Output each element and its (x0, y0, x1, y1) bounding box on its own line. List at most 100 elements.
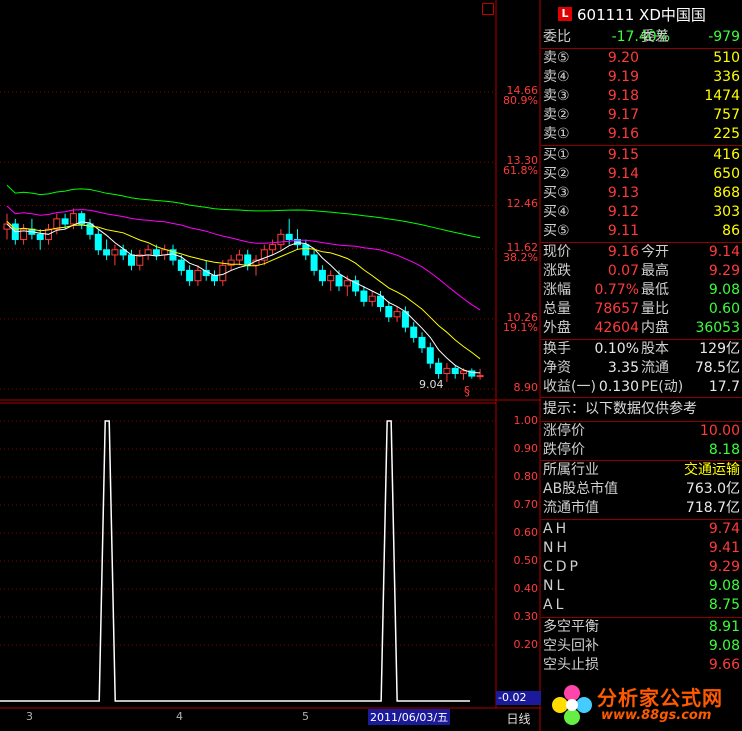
indicator-label: NH (543, 540, 570, 556)
buy-level-label: 买④ (543, 204, 570, 220)
candle-body (451, 367, 459, 375)
indicator-value: 9.29 (708, 559, 740, 575)
ma60-line (6, 184, 481, 239)
site-logo: 分析家公式网 www.88gs.com (541, 680, 742, 731)
sell-level-label: 卖⑤ (543, 50, 570, 66)
candle-body (285, 233, 293, 240)
limit-label: 跌停价 (543, 442, 585, 458)
sell-level-label: 卖② (543, 107, 570, 123)
candle-body (177, 259, 185, 271)
indicator-value: 9.74 (708, 521, 740, 537)
buy-level-label: 买③ (543, 185, 570, 201)
candle-body (318, 269, 326, 282)
buy-price: 9.15 (607, 147, 639, 163)
indicator-label: CDP (543, 559, 581, 575)
candle-body (460, 370, 467, 375)
ma10-line (6, 221, 481, 360)
candlestick-series (3, 208, 484, 382)
quote-value: 0.60 (708, 301, 740, 317)
mcap-value: 763.0亿 (685, 481, 740, 497)
fund-value: 3.35 (607, 360, 639, 376)
cursor-date-label: 2011/06/03/五 (368, 709, 451, 725)
buy-level-label: 买② (543, 166, 570, 182)
indicator-line (0, 420, 470, 702)
quote-label: 内盘 (641, 320, 669, 336)
quote-value: 0.77% (594, 282, 639, 298)
candle-body (385, 306, 393, 318)
candle-body (410, 326, 418, 338)
current-indicator-value: -0.02 (496, 691, 542, 705)
buy-price: 9.12 (607, 204, 639, 220)
sell-volume: 336 (713, 69, 740, 85)
tip-text: 提示：以下数据仅供参考 (543, 401, 697, 417)
candle-body (476, 375, 484, 378)
candle-body (128, 254, 135, 266)
sell-volume: 757 (713, 107, 740, 123)
ticker-code: 601111 (577, 6, 635, 24)
maximize-icon[interactable] (482, 3, 494, 15)
candle-body (443, 367, 451, 375)
price-pct-label: 61.8% (503, 164, 538, 178)
candle-body (377, 295, 384, 307)
x-label-month-3: 3 (26, 710, 33, 723)
indicator-value: 9.08 (708, 578, 740, 594)
buy-price: 9.13 (607, 185, 639, 201)
buy-volume: 86 (722, 223, 740, 239)
candle-body (69, 213, 77, 225)
ind-tick-label: 0.60 (513, 526, 539, 539)
fund-label: 流通 (641, 360, 669, 376)
quote-label: 量比 (641, 301, 669, 317)
sell-price: 9.18 (607, 88, 639, 104)
fund-label: 净资 (543, 360, 571, 376)
candle-body (36, 233, 44, 240)
limit-value: 8.18 (708, 442, 740, 458)
fund-label: 换手 (543, 341, 571, 357)
sell-price: 9.19 (607, 69, 639, 85)
sell-volume: 1474 (704, 88, 740, 104)
candle-body (94, 233, 102, 251)
low-price-annotation: 9.04 (419, 378, 444, 391)
ind-tick-label: 0.40 (513, 582, 539, 595)
quote-value: 78657 (594, 301, 639, 317)
candle-body (368, 295, 376, 302)
sell-price: 9.20 (607, 50, 639, 66)
flower-logo-icon (552, 685, 592, 725)
sell-volume: 510 (713, 50, 740, 66)
x-label-month-5: 5 (302, 710, 309, 723)
candle-body (152, 249, 160, 256)
indicator-label: AH (543, 521, 570, 537)
sell-level-label: 卖④ (543, 69, 570, 85)
fund-value: 0.130 (598, 379, 639, 395)
logo-url: www.88gs.com (601, 708, 712, 723)
signal-label: 空头回补 (543, 638, 599, 654)
signal-label: 空头止损 (543, 657, 599, 673)
quote-value: 9.08 (708, 282, 740, 298)
price-pct-label: 80.9% (503, 94, 538, 107)
sell-level-label: 卖① (543, 126, 570, 142)
buy-level-label: 买① (543, 147, 570, 163)
price-tick-label: 8.90 (513, 381, 539, 394)
quote-label: 涨跌 (543, 263, 571, 279)
quote-label: 总量 (543, 301, 571, 317)
period-selector[interactable]: 日线 (496, 708, 541, 730)
price-pct-label: 38.2% (503, 250, 538, 264)
ind-tick-label: 0.80 (513, 470, 539, 483)
ma20-line (6, 205, 481, 311)
industry-value: 交通运输 (684, 462, 740, 478)
candle-body (61, 218, 69, 225)
candle-body (235, 254, 243, 261)
buy-price: 9.14 (607, 166, 639, 182)
candle-body (144, 249, 152, 256)
quote-label: 最高 (641, 263, 669, 279)
market-badge: L (558, 7, 572, 21)
fund-label: 股本 (641, 341, 669, 357)
candle-body (426, 347, 434, 364)
quote-label: 涨幅 (543, 282, 571, 298)
sell-volume: 225 (713, 126, 740, 142)
weidiff-label: 委差 (641, 29, 669, 45)
ind-tick-label: 0.20 (513, 638, 539, 651)
quote-value: 36053 (695, 320, 740, 336)
candle-body (103, 249, 111, 256)
quote-value: 9.14 (708, 244, 740, 260)
limit-label: 涨停价 (543, 423, 585, 439)
